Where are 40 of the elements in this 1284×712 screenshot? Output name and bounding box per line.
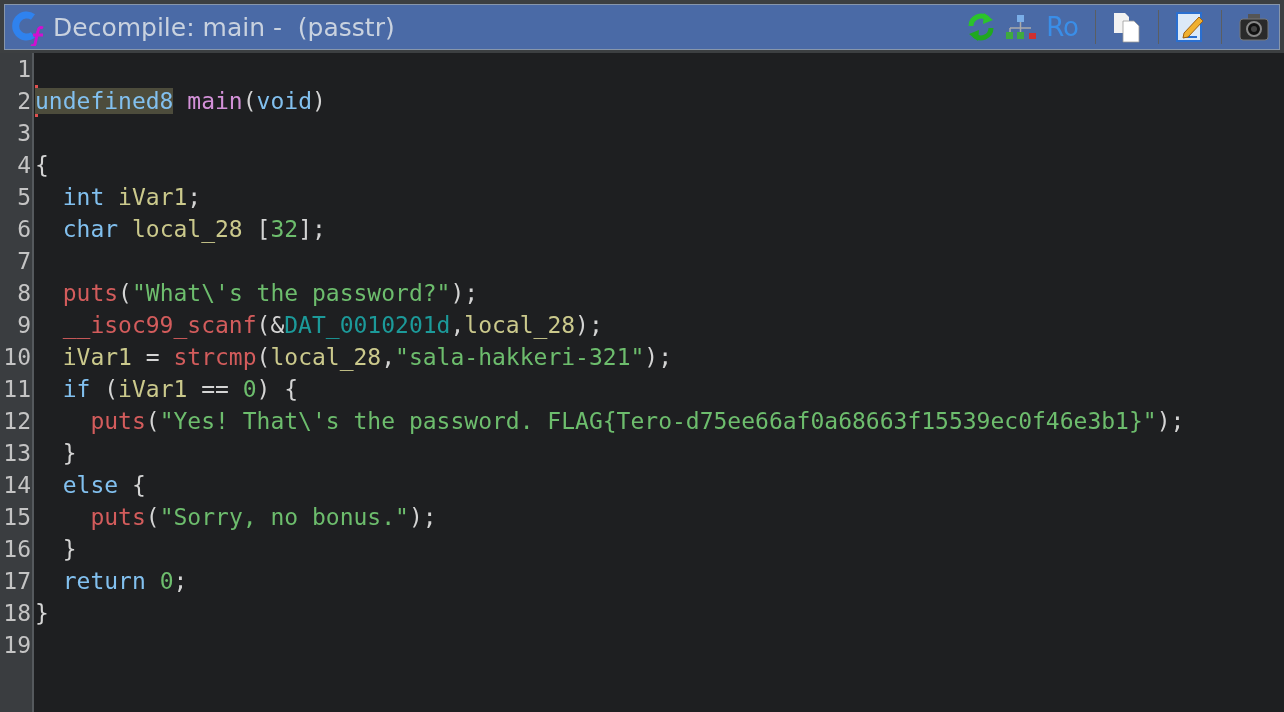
line-number: 15	[2, 503, 32, 532]
edit-icon[interactable]	[1175, 11, 1205, 43]
code-line: char local_28 [32];	[61, 215, 326, 245]
code-line: puts("Yes! That\'s the password. FLAG{Tero-d75ee66af0a68663f15539ec0f46e3b1}");	[89, 407, 1185, 436]
line-number: 12	[2, 407, 32, 436]
copy-icon[interactable]	[1112, 11, 1142, 43]
code-line: puts("Sorry, no bonus.");	[89, 503, 437, 532]
code-line: return 0;	[61, 567, 188, 596]
code-line: }	[61, 439, 77, 468]
line-number: 16	[2, 535, 32, 564]
line-number: 8	[16, 279, 32, 308]
toolbar-button[interactable]: Ro	[1046, 12, 1079, 42]
code-line: }	[61, 535, 77, 564]
code-line: iVar1 = strcmp(local_28,"sala-hakkeri-321");	[61, 343, 673, 373]
window-title: Decompile: main - (passtr)	[53, 12, 396, 42]
line-number: 13	[2, 439, 32, 468]
line-number: 7	[16, 247, 32, 276]
code-line: if (iVar1 == 0) {	[61, 375, 299, 404]
code-line: __isoc99_scanf(&DAT_0010201d,local_28);	[61, 311, 603, 341]
line-number: 2	[16, 87, 32, 116]
line-number: 11	[2, 375, 32, 404]
camera-icon[interactable]	[1238, 12, 1270, 42]
line-number: 10	[2, 343, 32, 372]
code-line: {	[35, 151, 49, 180]
line-number: 19	[2, 631, 32, 660]
line-number: 14	[2, 471, 32, 500]
code-line: puts("What\'s the password?");	[61, 279, 479, 308]
line-number: 5	[16, 183, 32, 212]
tree-graph-icon[interactable]	[1004, 13, 1039, 41]
code-line: int iVar1;	[61, 183, 202, 212]
code-line: }	[35, 599, 49, 628]
line-number: 4	[16, 151, 32, 180]
line-number: 18	[2, 599, 32, 628]
line-number: 6	[16, 215, 32, 244]
line-number: 1	[16, 55, 32, 84]
line-number: 3	[16, 119, 32, 148]
code-line: else {	[61, 471, 146, 500]
code-line: undefined8 main(void)	[35, 87, 326, 116]
line-number: 17	[2, 567, 32, 596]
line-number: 9	[16, 311, 32, 340]
